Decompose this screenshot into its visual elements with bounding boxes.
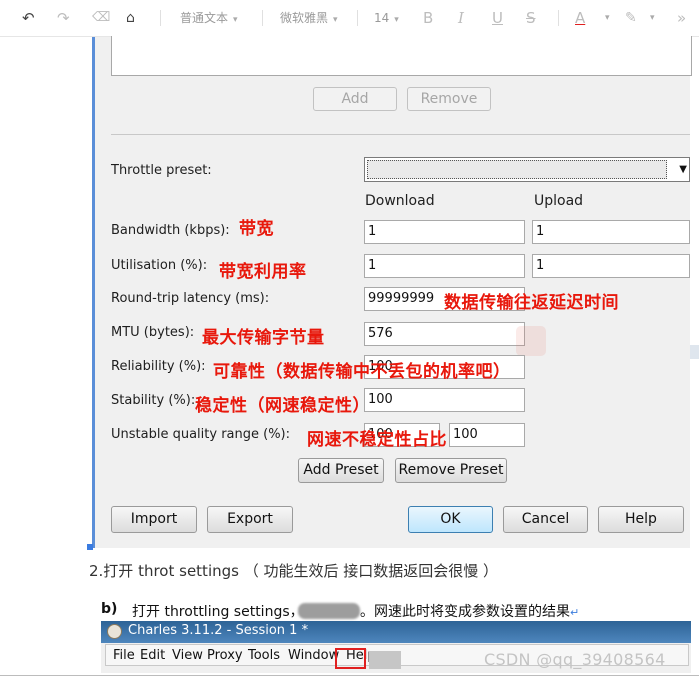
undo-icon[interactable]: ↶ [22, 8, 35, 28]
stability-input[interactable]: 100 [364, 388, 525, 412]
menu-file[interactable]: File [113, 648, 135, 663]
paragraph-mark-icon: ↵ [570, 606, 580, 619]
highlight-box [335, 648, 366, 669]
paragraph-style-select[interactable]: 普通文本 ▾ [180, 10, 238, 28]
page-bottom-divider [0, 675, 699, 676]
editor-toolbar: ↶ ↷ ⌫ ⌂ 普通文本 ▾ 微软雅黑 ▾ 14 ▾ B I U S A ▾ ✎ ▾ … [0, 0, 699, 37]
utilisation-download-input[interactable]: 1 [364, 254, 525, 278]
help-button[interactable]: Help [598, 506, 684, 533]
chevron-down-icon: ▾ [333, 15, 338, 25]
step-b-text-part-2: 。网速此时将变成参数设置的结果 [360, 604, 570, 620]
utilisation-label: Utilisation (%): [111, 258, 208, 273]
image-resize-handle[interactable] [87, 544, 93, 550]
reliability-label: Reliability (%): [111, 359, 206, 374]
step-b-marker: b) [101, 601, 118, 617]
toolbar-divider [160, 10, 161, 26]
remove-preset-button[interactable]: Remove Preset [395, 458, 507, 483]
add-button[interactable]: Add [313, 87, 397, 111]
bold-button[interactable]: B [423, 8, 433, 28]
remove-button[interactable]: Remove [407, 87, 491, 111]
stability-annotation: 稳定性（网速稳定性） [195, 396, 370, 416]
chevron-down-icon[interactable]: ▾ [650, 13, 655, 23]
dropdown-arrow-icon: ▼ [679, 164, 687, 175]
menu-edit[interactable]: Edit [140, 648, 165, 663]
menu-window[interactable]: Window [288, 648, 339, 663]
scroll-marker [690, 345, 699, 359]
divider [111, 134, 690, 135]
charles-app-icon [107, 624, 122, 639]
redacted-image [298, 603, 360, 619]
menu-tools[interactable]: Tools [248, 648, 280, 663]
toolbar-divider [262, 10, 263, 26]
redo-icon[interactable]: ↷ [57, 8, 70, 28]
ok-button[interactable]: OK [408, 506, 493, 533]
mtu-annotation: 最大传输字节量 [202, 328, 325, 348]
latency-label: Round-trip latency (ms): [111, 291, 270, 306]
bandwidth-upload-input[interactable]: 1 [532, 220, 690, 244]
upload-column-header: Upload [534, 193, 584, 209]
utilisation-annotation: 带宽利用率 [219, 262, 307, 282]
font-family-value: 微软雅黑 [280, 11, 329, 25]
menu-view[interactable]: View [172, 648, 203, 663]
csdn-watermark: CSDN @qq_39408564 [484, 650, 666, 669]
chevron-down-icon[interactable]: ▾ [605, 13, 610, 23]
throttle-settings-dialog: Add Remove Throttle preset: ▼ Download U… [92, 36, 692, 548]
bandwidth-label: Bandwidth (kbps): [111, 223, 230, 238]
cancel-button[interactable]: Cancel [503, 506, 588, 533]
step-b-text: 打开 throttling settings， [132, 601, 304, 621]
stability-label: Stability (%): [111, 393, 196, 408]
step-b-text-continued: 。网速此时将变成参数设置的结果↵ [360, 601, 579, 621]
unstable-quality-annotation: 网速不稳定性占比 [307, 430, 447, 450]
toolbar-divider [558, 10, 559, 26]
download-column-header: Download [365, 193, 435, 209]
mtu-label: MTU (bytes): [111, 325, 195, 340]
export-button[interactable]: Export [207, 506, 293, 533]
chevron-down-icon: ▾ [233, 15, 238, 25]
throttle-preset-label: Throttle preset: [111, 163, 212, 178]
bandwidth-annotation: 带宽 [239, 219, 274, 239]
hosts-list[interactable] [111, 36, 692, 76]
step-b-text-part-1: 打开 throttling settings， [132, 604, 304, 620]
bandwidth-download-input[interactable]: 1 [364, 220, 525, 244]
font-size-select[interactable]: 14 ▾ [374, 10, 399, 28]
font-size-value: 14 [374, 11, 390, 25]
throttle-preset-select[interactable]: ▼ [364, 157, 690, 182]
import-button[interactable]: Import [111, 506, 197, 533]
eraser-icon[interactable]: ⌫ [92, 8, 110, 28]
paragraph-style-value: 普通文本 [180, 11, 229, 25]
add-preset-button[interactable]: Add Preset [298, 458, 384, 483]
window-title: Charles 3.11.2 - Session 1 * [128, 623, 309, 638]
highlight-icon[interactable]: ✎ [625, 8, 637, 28]
image-edge [92, 37, 95, 548]
italic-button[interactable]: I [458, 8, 464, 28]
title-bar: Charles 3.11.2 - Session 1 * [101, 621, 691, 643]
font-color-button[interactable]: A [575, 8, 585, 28]
strikethrough-button[interactable]: S [526, 8, 536, 28]
format-painter-icon[interactable]: ⌂ [126, 8, 135, 28]
watermark-icon [516, 326, 546, 356]
throttle-preset-value [367, 160, 667, 179]
utilisation-upload-input[interactable]: 1 [532, 254, 690, 278]
underline-button[interactable]: U [492, 8, 503, 28]
font-family-select[interactable]: 微软雅黑 ▾ [280, 10, 338, 28]
reliability-annotation: 可靠性（数据传输中不丢包的机率吧） [213, 362, 511, 382]
more-icon[interactable]: » [677, 8, 686, 28]
menu-proxy[interactable]: Proxy [207, 648, 243, 663]
unstable-quality-max-input[interactable]: 100 [449, 423, 525, 447]
redacted-area [369, 651, 401, 669]
latency-annotation: 数据传输往返延迟时间 [444, 293, 619, 313]
mtu-input[interactable]: 576 [364, 322, 525, 346]
step-2-text: 2.打开 throt settings （ 功能生效后 接口数据返回会很慢 ） [89, 562, 499, 580]
chevron-down-icon: ▾ [394, 15, 399, 25]
unstable-quality-label: Unstable quality range (%): [111, 427, 290, 442]
toolbar-divider [357, 10, 358, 26]
